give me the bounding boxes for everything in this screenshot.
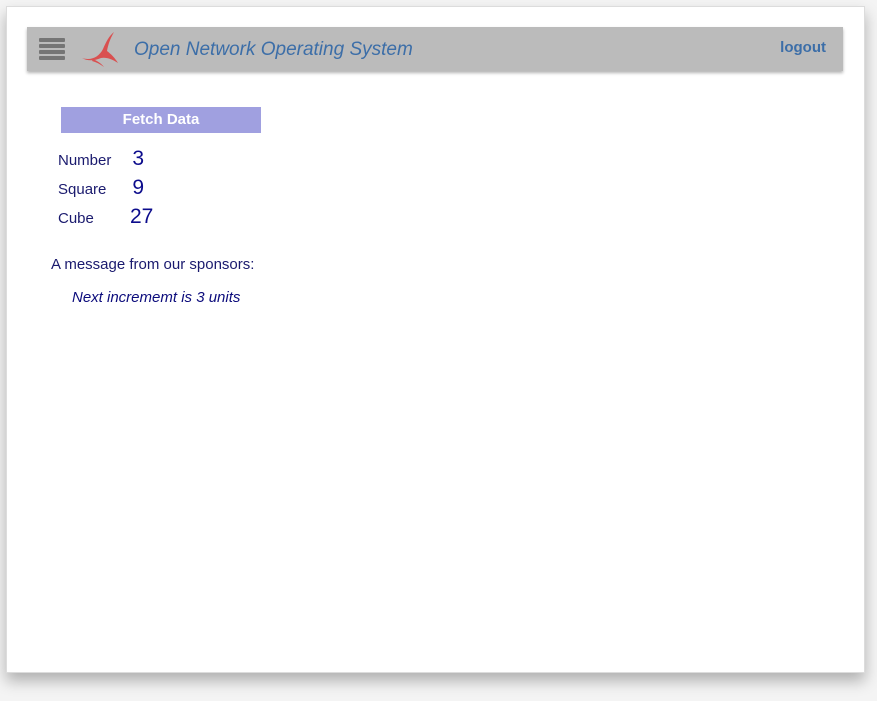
browser-window: Open Network Operating System logout Fet… [6, 6, 865, 673]
number-value: 3 [132, 147, 144, 170]
sponsor-heading: A message from our sponsors: [51, 256, 255, 273]
hamburger-menu-icon[interactable] [39, 38, 65, 62]
data-table: Number 3 Square 9 Cube 27 [58, 147, 154, 234]
number-label: Number [58, 152, 112, 169]
data-row-square: Square 9 [58, 176, 144, 205]
data-row-number: Number 3 [58, 147, 144, 176]
logout-link[interactable]: logout [780, 39, 826, 56]
cube-value: 27 [130, 205, 154, 228]
cube-label: Cube [58, 210, 94, 227]
data-row-cube: Cube 27 [58, 205, 154, 234]
square-value: 9 [132, 176, 144, 199]
square-label: Square [58, 181, 107, 198]
sponsor-message: Next incrememt is 3 units [72, 289, 241, 306]
top-navbar: Open Network Operating System logout [27, 27, 843, 71]
app-title: Open Network Operating System [134, 39, 413, 60]
onos-bird-logo-icon [82, 32, 118, 67]
page-canvas: Open Network Operating System logout Fet… [0, 0, 877, 701]
fetch-data-button[interactable]: Fetch Data [61, 107, 261, 133]
